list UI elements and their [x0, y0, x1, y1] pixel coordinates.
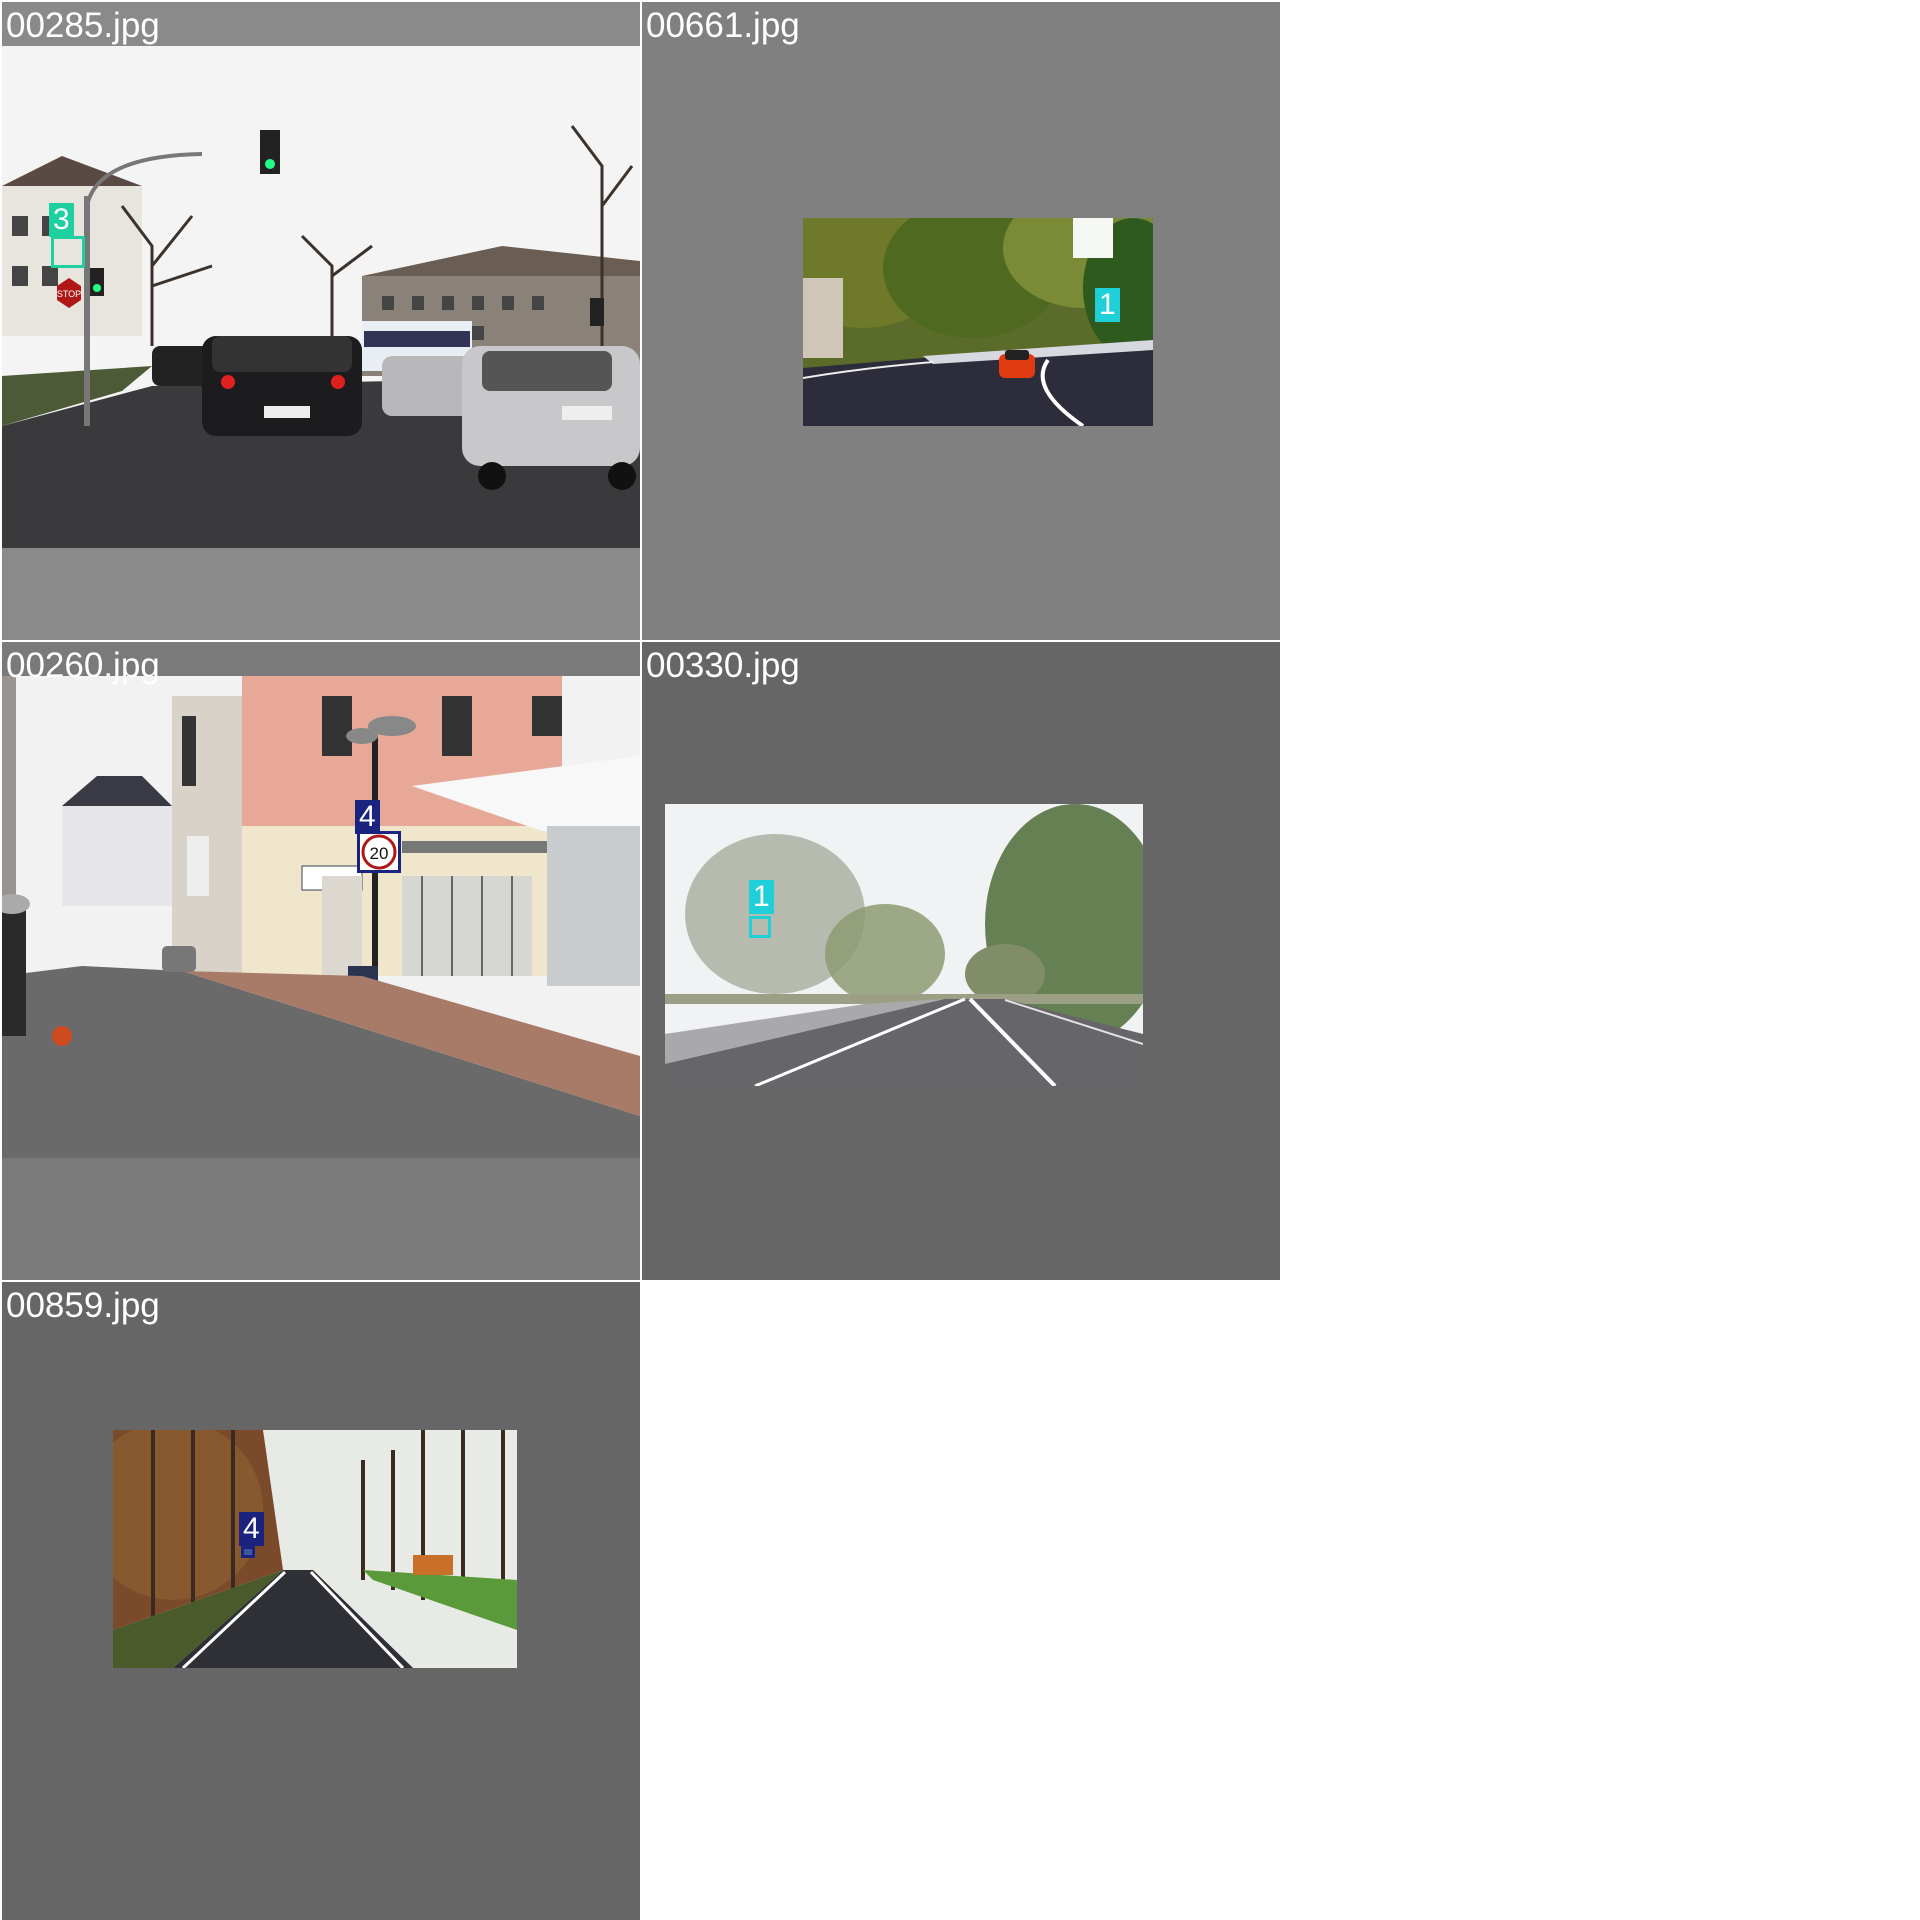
filename-label: 00260.jpg [6, 646, 160, 685]
detection-box [357, 831, 401, 873]
image-tile-00859[interactable]: 00859.jpg 4 [2, 1282, 640, 1920]
road-photo: 1 [803, 218, 1153, 426]
detection-label: 3 [49, 203, 74, 237]
filename-label: 00661.jpg [646, 6, 800, 45]
street-photo: 20 4 [2, 676, 640, 1158]
detection-box [241, 1546, 255, 1558]
image-tile-00260[interactable]: 00260.jpg 20 4 [2, 642, 640, 1280]
detection-label: 1 [1095, 288, 1120, 322]
detection-label: 4 [239, 1512, 264, 1546]
road-photo: 4 [113, 1430, 517, 1668]
image-tile-00661[interactable]: 00661.jpg 1 [642, 2, 1280, 640]
detection-label: 4 [355, 800, 380, 834]
detection-box [51, 236, 85, 268]
filename-label: 00859.jpg [6, 1286, 160, 1325]
street-photo: STOP 3 [2, 46, 640, 548]
filename-label: 00285.jpg [6, 6, 160, 45]
image-tile-00330[interactable]: 00330.jpg 1 [642, 642, 1280, 1280]
detection-label: 1 [749, 880, 774, 914]
stop-sign-text: STOP [57, 289, 81, 299]
road-photo: 1 [665, 804, 1143, 1086]
filename-label: 00330.jpg [646, 646, 800, 685]
image-tile-00285[interactable]: 00285.jpg STOP 3 [2, 2, 640, 640]
detection-box [749, 916, 771, 938]
